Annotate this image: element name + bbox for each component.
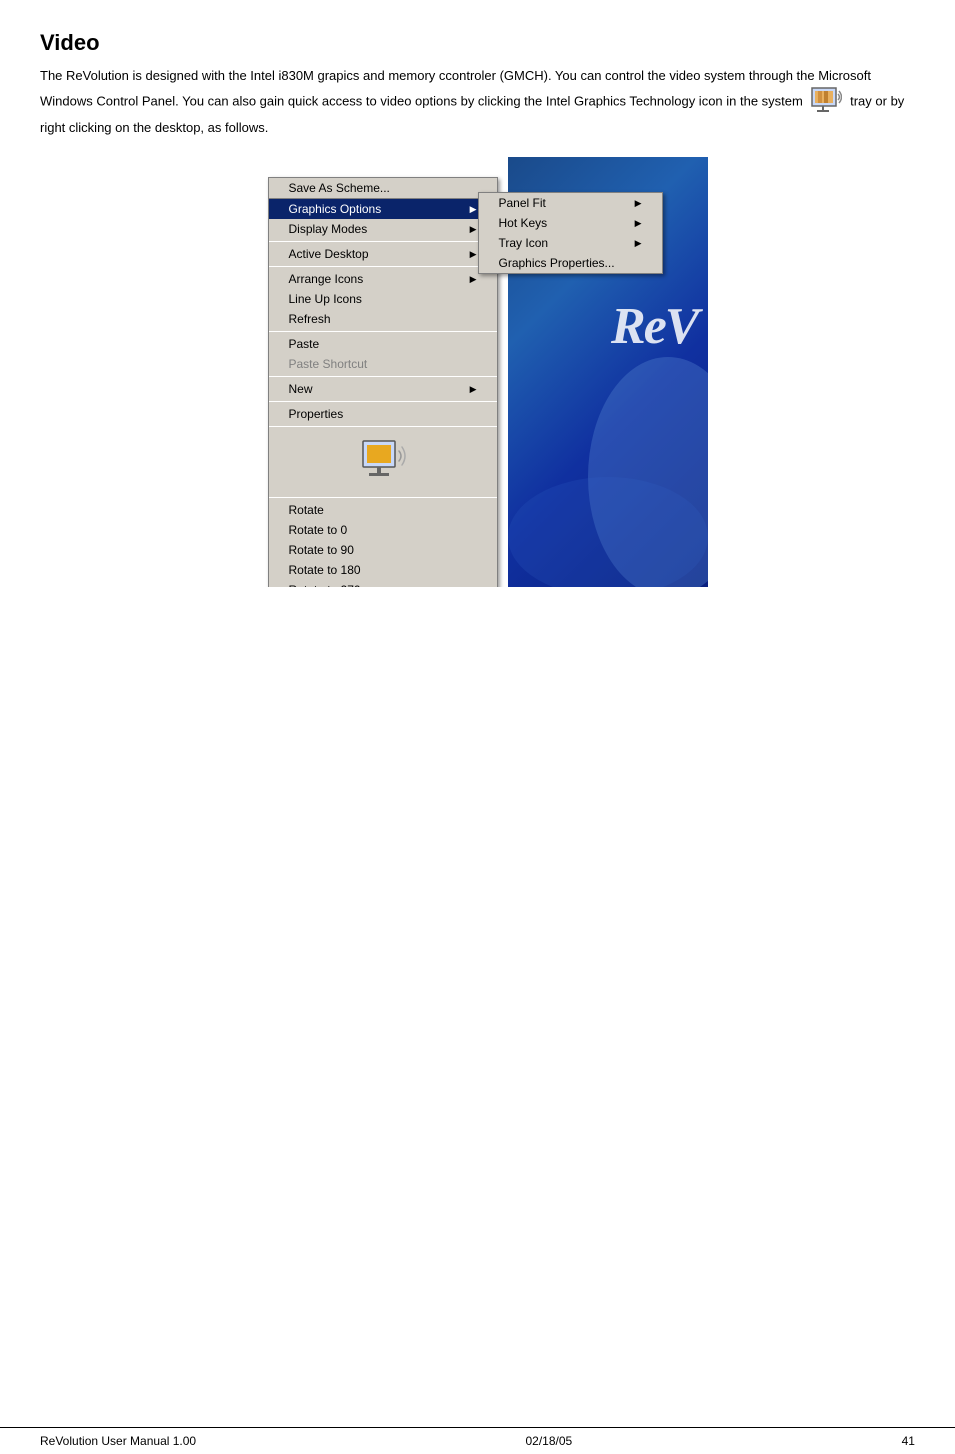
context-menu: Save As Scheme... Graphics Options Displ… bbox=[268, 177, 498, 587]
hot-keys-item[interactable]: Hot Keys bbox=[479, 213, 662, 233]
rotate-to-180-item[interactable]: Rotate to 180 bbox=[269, 560, 497, 580]
screenshot-container: ReV Save As Scheme... Graphics Options D… bbox=[40, 157, 915, 587]
separator-5 bbox=[269, 401, 497, 402]
refresh-item[interactable]: Refresh bbox=[269, 309, 497, 329]
panel-fit-item[interactable]: Panel Fit bbox=[479, 193, 662, 213]
rotate-to-90-item[interactable]: Rotate to 90 bbox=[269, 540, 497, 560]
computer-icon-svg bbox=[353, 437, 413, 487]
page-title: Video bbox=[40, 30, 915, 56]
new-item[interactable]: New bbox=[269, 379, 497, 399]
separator-6 bbox=[269, 426, 497, 427]
line-up-icons-item[interactable]: Line Up Icons bbox=[269, 289, 497, 309]
separator-7 bbox=[269, 497, 497, 498]
rotate-to-0-item[interactable]: Rotate to 0 bbox=[269, 520, 497, 540]
graphics-options-submenu: Panel Fit Hot Keys Tray Icon Graphics Pr… bbox=[478, 192, 663, 274]
properties-item[interactable]: Properties bbox=[269, 404, 497, 424]
paste-item[interactable]: Paste bbox=[269, 334, 497, 354]
separator-4 bbox=[269, 376, 497, 377]
footer-left: ReVolution User Manual 1.00 bbox=[40, 1434, 196, 1448]
intel-graphics-icon bbox=[810, 86, 842, 118]
tray-icon-item[interactable]: Tray Icon bbox=[479, 233, 662, 253]
screenshot: ReV Save As Scheme... Graphics Options D… bbox=[248, 157, 708, 587]
graphics-options-item[interactable]: Graphics Options bbox=[269, 199, 497, 219]
footer-right: 41 bbox=[902, 1434, 915, 1448]
computer-icon-area bbox=[269, 429, 497, 495]
footer-center: 02/18/05 bbox=[526, 1434, 573, 1448]
paste-shortcut-item[interactable]: Paste Shortcut bbox=[269, 354, 497, 374]
active-desktop-item[interactable]: Active Desktop bbox=[269, 244, 497, 264]
rotate-item[interactable]: Rotate bbox=[269, 500, 497, 520]
separator-2 bbox=[269, 266, 497, 267]
display-modes-item[interactable]: Display Modes bbox=[269, 219, 497, 239]
footer: ReVolution User Manual 1.00 02/18/05 41 bbox=[0, 1427, 955, 1454]
arrange-icons-item[interactable]: Arrange Icons bbox=[269, 269, 497, 289]
intro-paragraph: The ReVolution is designed with the Inte… bbox=[40, 66, 915, 137]
separator-1 bbox=[269, 241, 497, 242]
graphics-properties-item[interactable]: Graphics Properties... bbox=[479, 253, 662, 273]
rotate-to-270-item[interactable]: Rotate to 270 bbox=[269, 580, 497, 587]
save-as-scheme-item[interactable]: Save As Scheme... bbox=[269, 178, 497, 199]
separator-3 bbox=[269, 331, 497, 332]
